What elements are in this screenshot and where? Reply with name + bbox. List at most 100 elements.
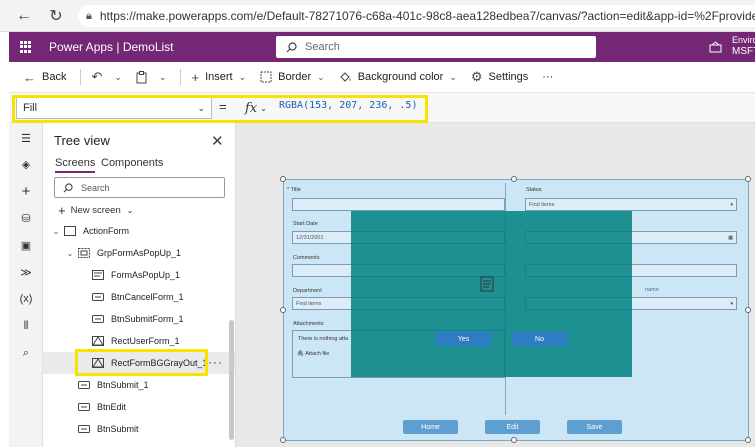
save-button[interactable]: Save [567,420,622,434]
tree-view-title: Tree view [54,133,110,148]
insert-plus-icon[interactable]: + [17,182,35,200]
clipboard-icon [136,70,147,84]
search-icon [63,182,73,192]
app-launcher-icon[interactable] [20,41,32,53]
global-search-input[interactable]: Search [276,36,596,58]
tree-scrollbar[interactable] [229,320,234,440]
tree-search-input[interactable]: Search [54,177,225,198]
tree-node[interactable]: BtnSubmitForm_1 [43,308,235,330]
tools-icon[interactable]: ⫴ [17,317,35,335]
tree-node[interactable]: BtnCancelForm_1 [43,286,235,308]
button-icon [92,314,104,324]
variables-icon[interactable]: (x) [17,290,35,308]
title-label: * Title [287,187,301,193]
edit-button[interactable]: Edit [485,420,540,434]
border-label: Border [278,71,312,83]
button-icon [78,424,90,434]
chevron-down-icon: ⌄ [449,71,457,82]
environment-icon[interactable] [709,41,722,53]
app-title: Power Apps | DemoList [49,40,174,54]
address-bar[interactable]: 🔒︎ https://make.powerapps.com/e/Default-… [78,5,755,27]
more-commands-button[interactable]: ··· [542,71,553,83]
attach-file-label: Attach file [305,351,330,357]
left-rail: ☰ ◈ + ⛁ ▣ ≫ (x) ⫴ ⌕ [9,123,43,447]
start-date-value: 12/31/2001 [296,234,324,241]
yes-button[interactable]: Yes [436,332,491,346]
background-color-button[interactable]: Background color ⌄ [339,71,457,83]
gear-icon: ⚙ [470,69,483,84]
close-icon[interactable]: ✕ [211,132,224,150]
browser-refresh-icon[interactable]: ↻ [46,6,66,26]
popup-overlay[interactable] [351,211,632,377]
chevron-down-icon: ▾ [730,201,733,208]
tree-node[interactable]: ⌄ GrpFormAsPopUp_1 [43,242,235,264]
tree-node-label: FormAsPopUp_1 [111,270,181,280]
tree-search-placeholder: Search [81,182,110,193]
department-label: Department [293,288,322,294]
chevron-down-icon: ▾ [730,300,733,307]
attach-file-button[interactable]: 🖇︎ Attach file [297,351,329,357]
resize-handle[interactable] [745,307,751,313]
tree-node[interactable]: BtnSubmit [43,418,235,440]
resize-handle[interactable] [511,437,517,443]
resize-handle[interactable] [280,437,286,443]
background-color-label: Background color [357,71,444,83]
paint-bucket-icon [339,71,352,83]
screen-icon [64,226,76,236]
chevron-down-icon[interactable]: ⌄ [114,72,122,83]
tree-node-label: BtnSubmit_1 [97,380,149,390]
comments-label: Comments [293,255,320,261]
resize-handle[interactable] [280,176,286,182]
chevron-down-icon: ⌄ [317,71,325,82]
title-input[interactable] [292,198,505,211]
browser-toolbar: ← ↻ 🔒︎ https://make.powerapps.com/e/Defa… [0,0,755,32]
node-more-button[interactable]: ··· [208,355,223,369]
tree-node-label: ActionForm [83,226,130,236]
resize-handle[interactable] [745,437,751,443]
app-header: Power Apps | DemoList Search Enviro MSFT [9,32,755,62]
status-dropdown[interactable]: Find items ▾ [525,198,737,211]
tree-node-label: BtnEdit [97,402,127,412]
home-button[interactable]: Home [403,420,458,434]
environment-label: Enviro [732,35,755,45]
paste-button[interactable]: ⌄ [136,70,167,84]
tree-node[interactable]: FormAsPopUp_1 [43,264,235,286]
no-button[interactable]: No [512,332,567,346]
tree-node-label: BtnSubmitForm_1 [111,314,184,324]
resize-handle[interactable] [511,176,517,182]
resize-handle[interactable] [745,176,751,182]
browser-back-icon[interactable]: ← [14,6,34,26]
tree-node[interactable]: ⌄ ActionForm [43,220,235,242]
tree-node[interactable]: BtnSubmit_1 [43,374,235,396]
back-button[interactable]: ← Back [23,70,66,85]
layers-icon[interactable]: ◈ [17,155,35,173]
highlight-box [75,349,208,376]
database-icon[interactable]: ⛁ [17,209,35,227]
power-automate-icon[interactable]: ≫ [17,263,35,281]
border-button[interactable]: Border ⌄ [260,71,325,83]
chevron-down-icon[interactable]: ⌄ [51,227,61,236]
search-placeholder: Search [305,41,340,53]
new-screen-button[interactable]: + New screen ⌄ [58,203,133,218]
undo-button[interactable]: ↶ ⌄ [91,69,121,85]
chevron-down-icon[interactable]: ⌄ [159,72,167,83]
button-icon [92,292,104,302]
environment-selector[interactable]: Enviro MSFT [732,35,755,57]
settings-label: Settings [488,71,529,83]
media-icon[interactable]: ▣ [17,236,35,254]
insert-button[interactable]: + Insert ⌄ [191,70,246,85]
settings-button[interactable]: ⚙ Settings [471,69,528,85]
group-icon [78,248,90,258]
border-icon [260,71,272,83]
chevron-down-icon[interactable]: ⌄ [65,249,75,258]
tab-screens[interactable]: Screens [55,157,96,173]
tree-node[interactable]: BtnEdit [43,396,235,418]
hamburger-icon[interactable]: ☰ [17,129,35,147]
highlight-box [12,95,428,123]
status-label: Status [526,187,542,193]
search-icon[interactable]: ⌕ [17,344,35,362]
tab-components[interactable]: Components [101,157,163,169]
resize-handle[interactable] [280,307,286,313]
right-field-label: name [645,287,659,293]
lock-icon: 🔒︎ [86,9,92,22]
